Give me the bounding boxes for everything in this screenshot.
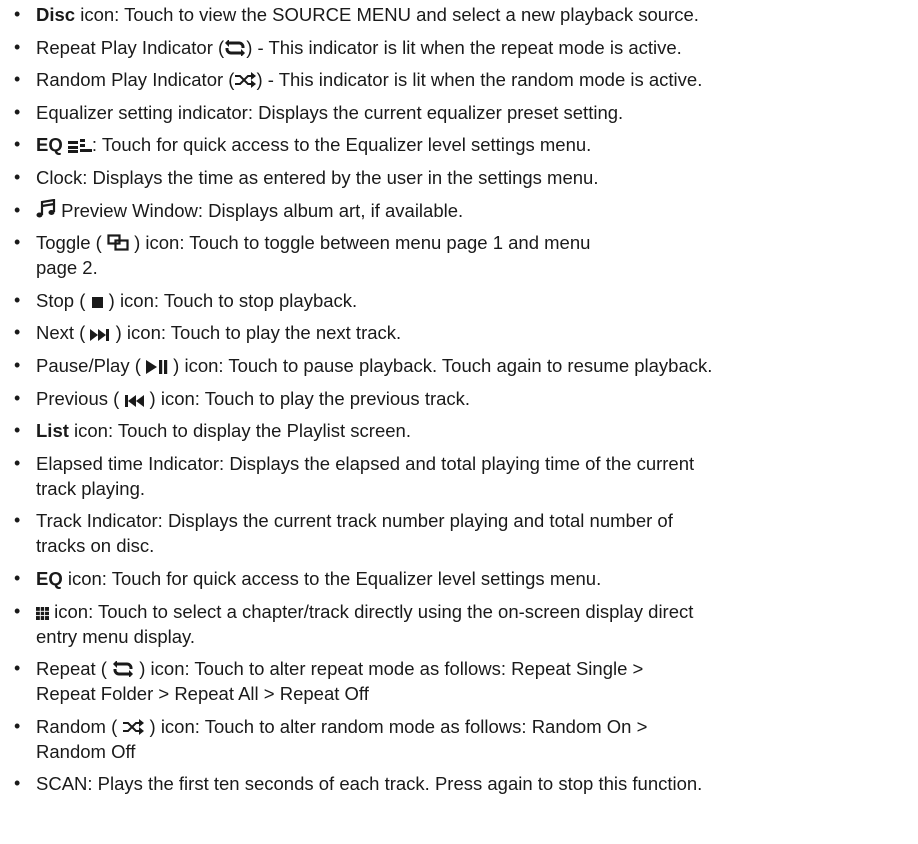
item-text: Repeat ( bbox=[36, 658, 113, 680]
keypad-icon bbox=[36, 606, 49, 620]
item-text: Elapsed time Indicator: Displays the ela… bbox=[36, 452, 695, 474]
list-item: • icon: Touch to select a chapter/track … bbox=[14, 599, 914, 649]
list-item: • Stop ( ) icon: Touch to stop playback. bbox=[14, 288, 914, 313]
list-item: • Next ( ) icon: Touch to play the next … bbox=[14, 320, 914, 345]
bullet: • bbox=[14, 289, 21, 310]
music-note-icon bbox=[36, 198, 56, 218]
bullet: • bbox=[14, 36, 21, 57]
list-item: • Track Indicator: Displays the current … bbox=[14, 508, 914, 558]
play-pause-icon bbox=[146, 359, 168, 374]
item-text: Track Indicator: Displays the current tr… bbox=[36, 510, 673, 532]
bullet: • bbox=[14, 4, 21, 24]
previous-icon bbox=[125, 394, 145, 407]
item-text: track playing. bbox=[36, 477, 145, 499]
bullet: • bbox=[14, 199, 21, 220]
item-text: page 2. bbox=[36, 257, 98, 279]
item-text: tracks on disc. bbox=[36, 535, 155, 557]
stop-icon bbox=[91, 296, 103, 308]
next-icon bbox=[90, 329, 110, 342]
shuffle-icon bbox=[123, 718, 145, 735]
item-text: icon: Touch to display the Playlist scre… bbox=[68, 420, 411, 442]
bullet: • bbox=[14, 658, 21, 679]
list-item: • Previous ( ) icon: Touch to play the p… bbox=[14, 386, 914, 411]
item-text: ) icon: Touch to stop playback. bbox=[103, 289, 358, 311]
list-item: • Pause/Play ( ) icon: Touch to pause pl… bbox=[14, 353, 914, 378]
item-text: Pause/Play ( bbox=[36, 354, 147, 376]
bullet: • bbox=[14, 354, 21, 375]
list-item: • EQ icon: Touch for quick access to the… bbox=[14, 566, 914, 591]
item-text: ) icon: Touch to toggle between menu pag… bbox=[128, 232, 591, 254]
item-text: Random Play Indicator ( bbox=[36, 69, 235, 91]
list-item: • Repeat ( ) icon: Touch to alter repeat… bbox=[14, 656, 914, 706]
feature-list: • Disc icon: Touch to view the SOURCE ME… bbox=[0, 0, 914, 796]
bullet: • bbox=[14, 452, 21, 473]
item-text: ) icon: Touch to play the previous track… bbox=[144, 387, 471, 409]
toggle-icon bbox=[107, 234, 129, 251]
item-text: ) - This indicator is lit when the repea… bbox=[246, 36, 682, 58]
item-text: Random ( bbox=[36, 715, 123, 737]
list-item: • List icon: Touch to display the Playli… bbox=[14, 418, 914, 443]
list-item: • Repeat Play Indicator ( ) - This indica… bbox=[14, 35, 914, 60]
bullet: • bbox=[14, 166, 21, 187]
term-label: EQ bbox=[36, 134, 63, 156]
bullet: • bbox=[14, 600, 21, 621]
bullet: • bbox=[14, 69, 21, 90]
bullet: • bbox=[14, 420, 21, 441]
bullet: • bbox=[14, 715, 21, 736]
item-text: ) icon: Touch to alter repeat mode as fo… bbox=[134, 658, 644, 680]
list-item: • Random Play Indicator ( ) - This indica… bbox=[14, 67, 914, 92]
bullet: • bbox=[14, 387, 21, 408]
item-text: Equalizer setting indicator: Displays th… bbox=[36, 101, 624, 123]
term-label: Disc bbox=[36, 4, 76, 25]
repeat-icon bbox=[113, 661, 134, 678]
bullet: • bbox=[14, 134, 21, 155]
item-text: ) icon: Touch to pause playback. Touch a… bbox=[168, 354, 713, 376]
item-text: entry menu display. bbox=[36, 625, 196, 647]
term-label: List bbox=[36, 420, 69, 442]
item-text: Repeat Folder > Repeat All > Repeat Off bbox=[36, 683, 369, 705]
bullet: • bbox=[14, 101, 21, 122]
bullet: • bbox=[14, 567, 21, 588]
list-item: • Toggle ( ) icon: Touch to toggle betwe… bbox=[14, 230, 914, 280]
list-item: • Equalizer setting indicator: Displays … bbox=[14, 100, 914, 125]
bullet: • bbox=[14, 322, 21, 343]
shuffle-icon bbox=[235, 72, 257, 89]
item-text: Preview Window: Displays album art, if a… bbox=[56, 199, 464, 221]
item-text: Repeat Play Indicator ( bbox=[36, 36, 225, 58]
item-text: ) icon: Touch to play the next track. bbox=[110, 322, 402, 344]
bullet: • bbox=[14, 232, 21, 253]
item-text: icon: Touch to select a chapter/track di… bbox=[49, 600, 694, 622]
item-text: ) - This indicator is lit when the rando… bbox=[256, 69, 703, 91]
repeat-icon bbox=[225, 39, 246, 56]
item-text: Clock: Displays the time as entered by t… bbox=[36, 166, 599, 188]
item-text: Next ( bbox=[36, 322, 91, 344]
item-text: icon: Touch to view the SOURCE MENU and … bbox=[75, 4, 699, 25]
list-item: • Elapsed time Indicator: Displays the e… bbox=[14, 451, 914, 501]
list-item: • Disc icon: Touch to view the SOURCE ME… bbox=[14, 2, 914, 27]
list-item: • Random ( ) icon: Touch to alter random… bbox=[14, 714, 914, 764]
list-item: • Preview Window: Displays album art, if… bbox=[14, 198, 914, 223]
item-text: icon: Touch for quick access to the Equa… bbox=[62, 567, 602, 589]
list-item: • SCAN: Plays the first ten seconds of e… bbox=[14, 771, 914, 796]
item-text: Previous ( bbox=[36, 387, 125, 409]
bullet: • bbox=[14, 510, 21, 531]
item-text: Random Off bbox=[36, 740, 136, 762]
bullet: • bbox=[14, 773, 21, 794]
list-item: • Clock: Displays the time as entered by… bbox=[14, 165, 914, 190]
item-text: Toggle ( bbox=[36, 232, 107, 254]
item-text: SCAN: Plays the first ten seconds of eac… bbox=[36, 773, 703, 795]
list-item: • EQ : Touch for quick access to the Equ… bbox=[14, 132, 914, 157]
item-text: : Touch for quick access to the Equalize… bbox=[91, 134, 592, 156]
item-text: ) icon: Touch to alter random mode as fo… bbox=[144, 715, 648, 737]
term-label: EQ bbox=[36, 567, 63, 589]
item-text: Stop ( bbox=[36, 289, 91, 311]
equalizer-bars-icon bbox=[67, 139, 92, 154]
